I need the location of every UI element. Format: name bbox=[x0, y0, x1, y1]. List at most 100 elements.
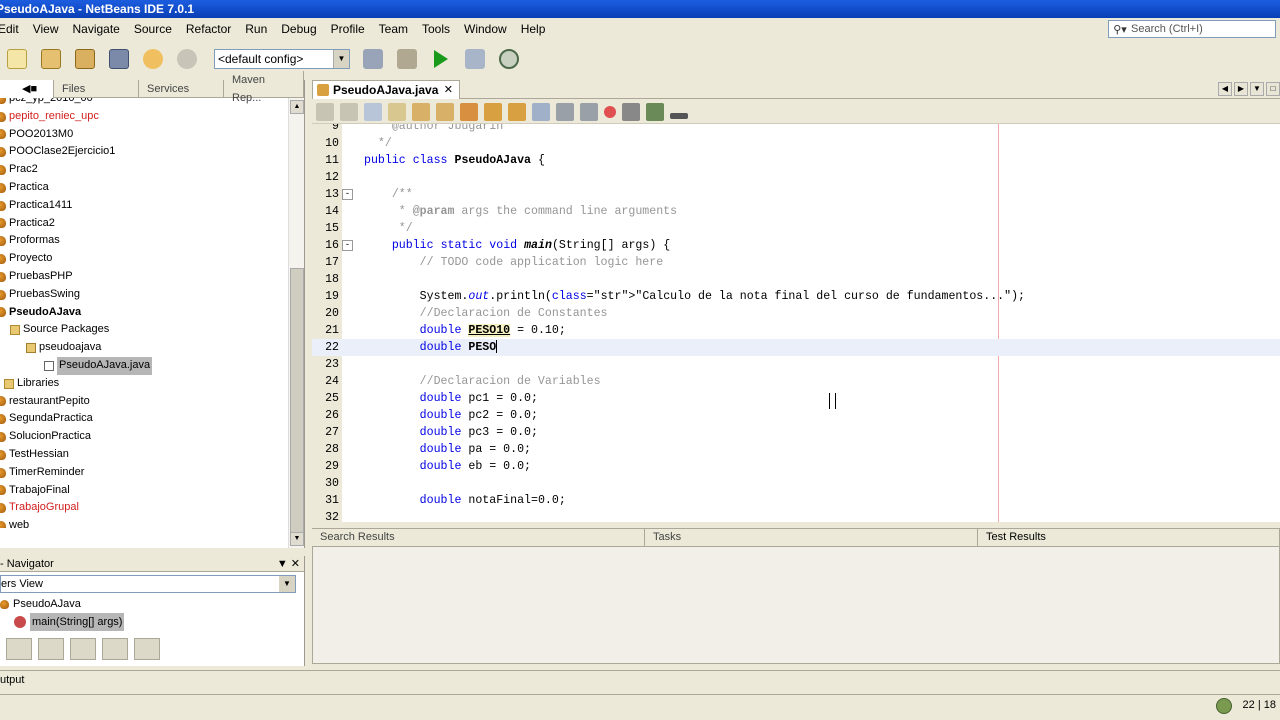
project-tree-item[interactable]: pepito_reniec_upc bbox=[0, 108, 304, 126]
tab-files[interactable]: Files bbox=[54, 79, 139, 98]
maximize-icon[interactable]: □ bbox=[1266, 82, 1280, 96]
source-view-button[interactable] bbox=[316, 102, 334, 121]
code-line[interactable]: 11 public class PseudoAJava { bbox=[312, 152, 1280, 169]
uncomment-icon[interactable] bbox=[670, 112, 688, 119]
undo-button[interactable] bbox=[140, 46, 166, 72]
project-tree-item[interactable]: TrabajoGrupal bbox=[0, 499, 304, 517]
scroll-thumb[interactable] bbox=[290, 268, 304, 538]
toggle-bookmark-icon[interactable] bbox=[532, 102, 550, 121]
fold-collapse-icon[interactable]: - bbox=[342, 189, 353, 200]
next-bookmark-icon[interactable] bbox=[508, 102, 526, 121]
menu-team[interactable]: Team bbox=[372, 18, 415, 40]
record-macro-icon[interactable] bbox=[604, 105, 616, 118]
filter-private-button[interactable] bbox=[70, 638, 96, 660]
code-line[interactable]: 28 double pa = 0.0; bbox=[312, 441, 1280, 458]
project-tree-item[interactable]: web bbox=[0, 517, 304, 528]
find-previous-icon[interactable] bbox=[412, 102, 430, 121]
find-next-icon[interactable] bbox=[436, 102, 454, 121]
back-button[interactable] bbox=[364, 102, 382, 121]
shift-right-icon[interactable] bbox=[580, 102, 598, 121]
history-button[interactable] bbox=[340, 102, 358, 121]
close-icon[interactable]: ✕ bbox=[444, 81, 453, 99]
menu-profile[interactable]: Profile bbox=[324, 18, 372, 40]
project-tree-item[interactable]: Practica bbox=[0, 179, 304, 197]
project-tree-item[interactable]: pseudoajava bbox=[0, 339, 304, 357]
navigator-method-item[interactable]: main(String[] args) bbox=[0, 613, 304, 631]
menu-refactor[interactable]: Refactor bbox=[179, 18, 238, 40]
project-tree-item[interactable]: POO2013M0 bbox=[0, 126, 304, 144]
config-select[interactable]: <default config> ▼ bbox=[214, 49, 350, 69]
tab-search-results[interactable]: Search Results bbox=[312, 529, 645, 546]
menu-view[interactable]: View bbox=[26, 18, 66, 40]
code-line[interactable]: 12 bbox=[312, 169, 1280, 186]
editor-tab-pseudoajava[interactable]: PseudoAJava.java ✕ bbox=[312, 80, 460, 99]
code-line[interactable]: 20 //Declaracion de Constantes bbox=[312, 305, 1280, 322]
code-line[interactable]: 23 bbox=[312, 356, 1280, 373]
project-tree-item[interactable]: Practica2 bbox=[0, 215, 304, 233]
navigator-class-item[interactable]: PseudoAJava bbox=[0, 595, 304, 613]
project-tree-item[interactable]: TimerReminder bbox=[0, 464, 304, 482]
code-line[interactable]: 10 */ bbox=[312, 135, 1280, 152]
project-tree-item[interactable]: PseudoAJava bbox=[0, 304, 304, 322]
project-tree-item[interactable]: Libraries bbox=[0, 375, 304, 393]
code-line[interactable]: 25 double pc1 = 0.0; bbox=[312, 390, 1280, 407]
project-tree-item[interactable]: Proyecto bbox=[0, 250, 304, 268]
project-tree-item[interactable]: Source Packages bbox=[0, 321, 304, 339]
notification-icon[interactable] bbox=[1216, 698, 1232, 714]
project-tree-item[interactable]: PruebasPHP bbox=[0, 268, 304, 286]
scroll-up-icon[interactable]: ▲ bbox=[290, 100, 304, 114]
open-project-button[interactable] bbox=[72, 46, 98, 72]
code-line[interactable]: 9 * @author Jbugarin bbox=[312, 124, 1280, 135]
project-tree-item[interactable]: restaurantPepito bbox=[0, 393, 304, 411]
project-tree-item[interactable]: Practica1411 bbox=[0, 197, 304, 215]
find-icon[interactable] bbox=[388, 102, 406, 121]
save-all-button[interactable] bbox=[106, 46, 132, 72]
clean-build-button[interactable] bbox=[394, 46, 420, 72]
tab-tasks[interactable]: Tasks bbox=[645, 529, 978, 546]
navigator-view-select[interactable]: ers View ▼ bbox=[0, 575, 296, 593]
new-project-button[interactable] bbox=[38, 46, 64, 72]
tab-services[interactable]: Services bbox=[139, 79, 224, 98]
profile-button[interactable] bbox=[496, 46, 522, 72]
projects-scrollbar[interactable]: ▲ ▼ bbox=[288, 98, 304, 548]
run-button[interactable] bbox=[428, 46, 454, 72]
code-line[interactable]: 14 * @param args the command line argume… bbox=[312, 203, 1280, 220]
tab-projects[interactable]: ◀■ bbox=[0, 79, 54, 98]
code-line[interactable]: 24 //Declaracion de Variables bbox=[312, 373, 1280, 390]
project-tree-item[interactable]: SolucionPractica bbox=[0, 428, 304, 446]
project-tree-item[interactable]: PseudoAJava.java bbox=[0, 356, 304, 375]
fold-collapse-icon[interactable]: - bbox=[342, 240, 353, 251]
previous-bookmark-icon[interactable] bbox=[484, 102, 502, 121]
code-line[interactable]: 27 double pc3 = 0.0; bbox=[312, 424, 1280, 441]
stop-macro-icon[interactable] bbox=[622, 102, 640, 121]
project-tree-item[interactable]: PruebasSwing bbox=[0, 286, 304, 304]
project-tree-item[interactable]: pcz_yp_2010_00 bbox=[0, 98, 304, 108]
project-tree-item[interactable]: POOClase2Ejercicio1 bbox=[0, 143, 304, 161]
sort-button[interactable] bbox=[102, 638, 128, 660]
code-line[interactable]: 17 // TODO code application logic here bbox=[312, 254, 1280, 271]
scroll-down-icon[interactable]: ▼ bbox=[290, 532, 304, 546]
menu-tools[interactable]: Tools bbox=[415, 18, 457, 40]
project-tree-item[interactable]: Prac2 bbox=[0, 161, 304, 179]
search-input[interactable]: ⚲▾ Search (Ctrl+I) bbox=[1108, 20, 1276, 38]
menu-run[interactable]: Run bbox=[238, 18, 274, 40]
code-line[interactable]: 26 double pc2 = 0.0; bbox=[312, 407, 1280, 424]
code-editor[interactable]: 9 * @author Jbugarin 10 */11 public class … bbox=[312, 124, 1280, 522]
project-tree-item[interactable]: TestHessian bbox=[0, 446, 304, 464]
menu-debug[interactable]: Debug bbox=[274, 18, 323, 40]
code-line[interactable]: 21 double PESO10 = 0.10; bbox=[312, 322, 1280, 339]
scroll-left-icon[interactable]: ◀ bbox=[1218, 82, 1232, 96]
filter-fields-button[interactable] bbox=[6, 638, 32, 660]
sort-name-button[interactable] bbox=[134, 638, 160, 660]
menu-source[interactable]: Source bbox=[127, 18, 179, 40]
project-tree-item[interactable]: Proformas bbox=[0, 232, 304, 250]
code-line[interactable]: 22 double PESO bbox=[312, 339, 1280, 356]
build-button[interactable] bbox=[360, 46, 386, 72]
shift-left-icon[interactable] bbox=[556, 102, 574, 121]
debug-button[interactable] bbox=[462, 46, 488, 72]
code-line[interactable]: 19 System.out.println(class="str">"Calcu… bbox=[312, 288, 1280, 305]
comment-icon[interactable] bbox=[646, 102, 664, 121]
code-line[interactable]: 29 double eb = 0.0; bbox=[312, 458, 1280, 475]
code-line[interactable]: 16- public static void main(String[] arg… bbox=[312, 237, 1280, 254]
menu-help[interactable]: Help bbox=[514, 18, 553, 40]
